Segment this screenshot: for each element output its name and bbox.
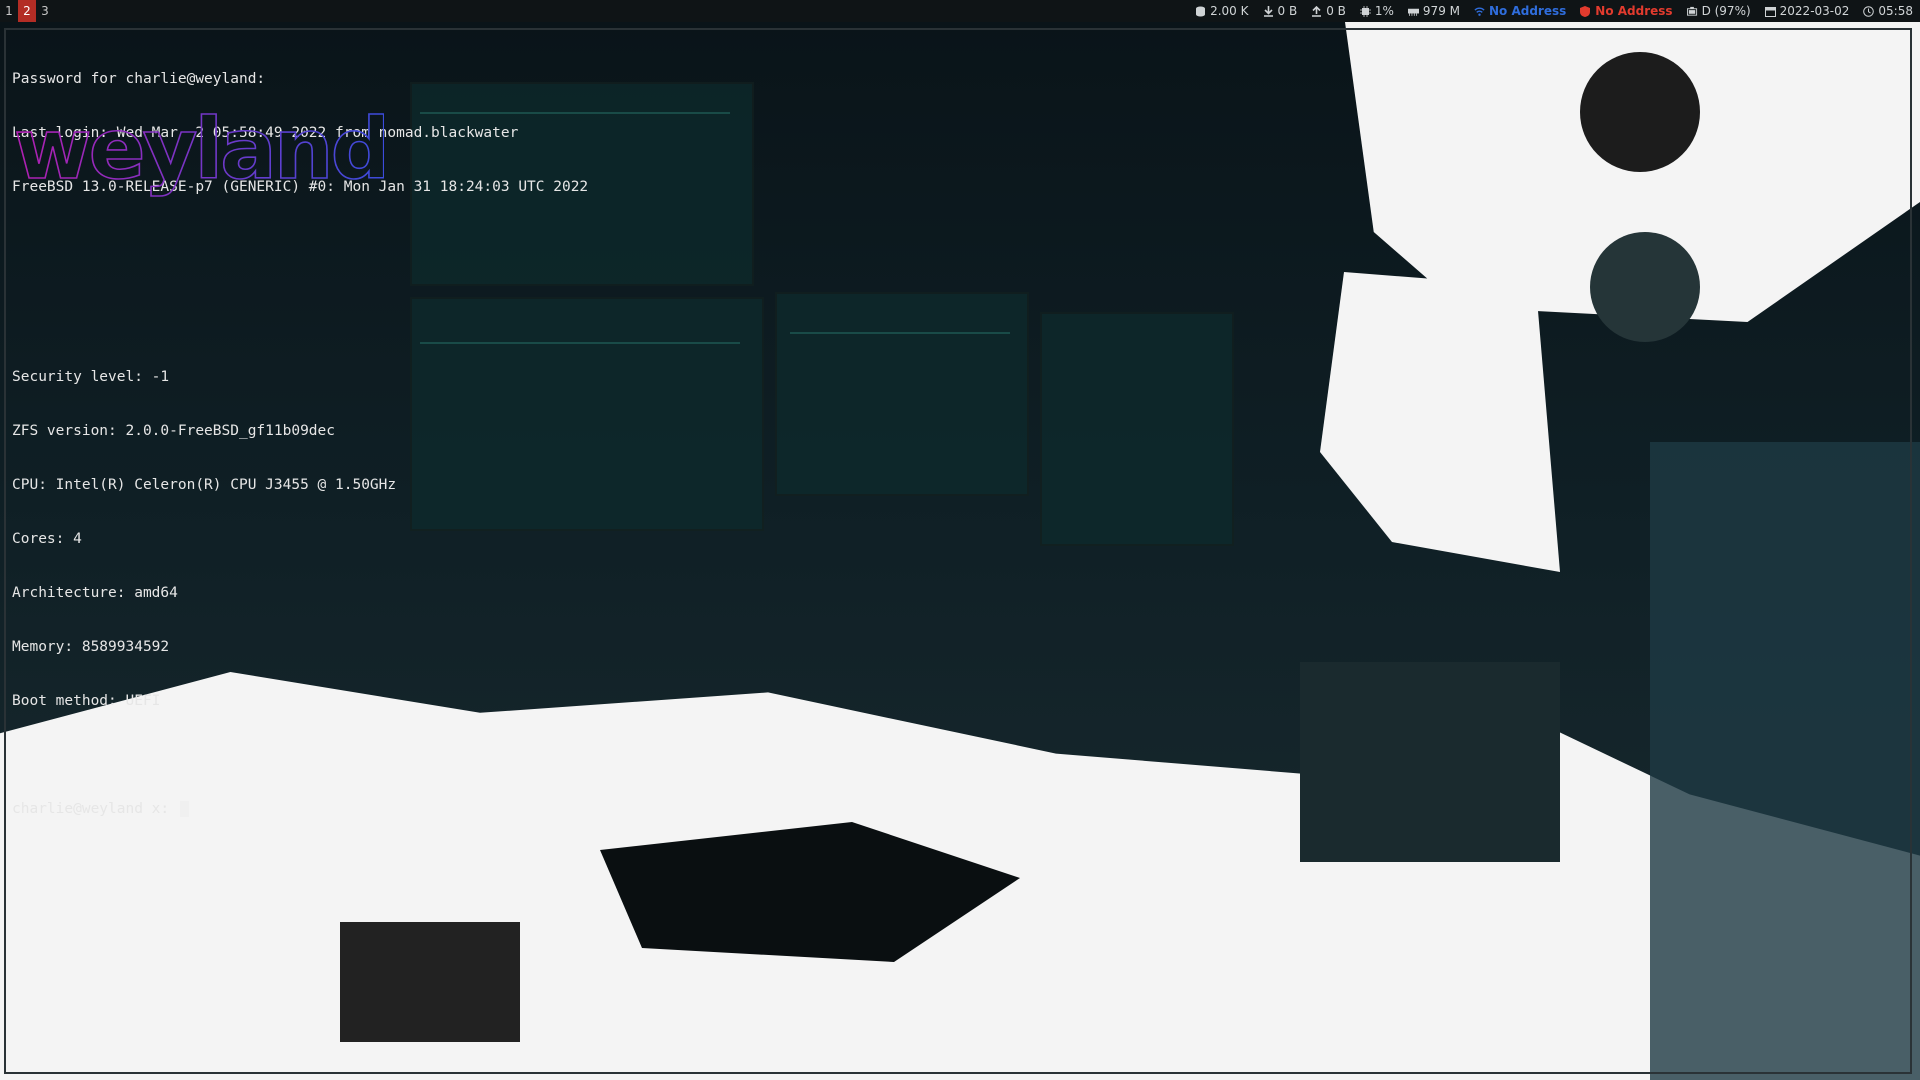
disk-value: 2.00 K bbox=[1210, 4, 1249, 18]
cpu-block: 1% bbox=[1353, 0, 1401, 22]
shield-icon bbox=[1580, 5, 1591, 17]
clock-icon bbox=[1863, 5, 1875, 17]
download-block: 0 B bbox=[1256, 0, 1305, 22]
logo-spacer bbox=[12, 232, 588, 332]
workspace-switcher: 1 2 3 bbox=[0, 0, 54, 22]
prompt-line[interactable]: charlie@weyland x: bbox=[12, 800, 588, 818]
clock-value: 05:58 bbox=[1878, 4, 1913, 18]
shell-prompt: charlie@weyland x: bbox=[12, 801, 178, 817]
status-blocks: 2.00 K 0 B 0 B 1% 979 M No Address No Ad… bbox=[1188, 0, 1920, 22]
network-block[interactable]: No Address bbox=[1467, 0, 1573, 22]
terminal-line: Security level: -1 bbox=[12, 369, 170, 385]
battery-value: D (97%) bbox=[1701, 4, 1751, 18]
terminal-line: Architecture: amd64 bbox=[12, 585, 178, 601]
vpn-value: No Address bbox=[1595, 4, 1673, 18]
workspace-3-button[interactable]: 3 bbox=[36, 0, 54, 22]
cpu-value: 1% bbox=[1374, 4, 1394, 18]
clock-block: 05:58 bbox=[1856, 0, 1920, 22]
terminal-line: Password for charlie@weyland: bbox=[12, 71, 266, 87]
weyland-ascii-logo: weyland bbox=[13, 106, 384, 199]
status-bar: 1 2 3 2.00 K 0 B 0 B 1% 979 M No Address… bbox=[0, 0, 1920, 22]
database-icon bbox=[1195, 6, 1206, 17]
upload-icon bbox=[1311, 5, 1322, 17]
memory-block: 979 M bbox=[1401, 0, 1467, 22]
terminal-window[interactable]: Password for charlie@weyland: Last login… bbox=[4, 28, 1912, 1074]
cpu-icon bbox=[1359, 5, 1371, 17]
workspace-1-button[interactable]: 1 bbox=[0, 0, 18, 22]
disk-block: 2.00 K bbox=[1188, 0, 1255, 22]
battery-icon bbox=[1686, 6, 1698, 17]
wifi-icon bbox=[1474, 6, 1485, 17]
logo-text: weyland bbox=[14, 106, 384, 198]
date-block: 2022-03-02 bbox=[1758, 0, 1857, 22]
network-value: No Address bbox=[1489, 4, 1567, 18]
memory-icon bbox=[1407, 6, 1419, 17]
terminal-line: Boot method: UEFI bbox=[12, 693, 161, 709]
workspace-2-button[interactable]: 2 bbox=[18, 0, 36, 22]
vpn-block[interactable]: No Address bbox=[1573, 0, 1679, 22]
calendar-icon bbox=[1764, 6, 1776, 17]
terminal-line: CPU: Intel(R) Celeron(R) CPU J3455 @ 1.5… bbox=[12, 477, 397, 493]
date-value: 2022-03-02 bbox=[1779, 4, 1850, 18]
upload-block: 0 B bbox=[1304, 0, 1353, 22]
memory-value: 979 M bbox=[1422, 4, 1460, 18]
upload-value: 0 B bbox=[1326, 4, 1346, 18]
terminal-line: Memory: 8589934592 bbox=[12, 639, 170, 655]
text-cursor bbox=[179, 801, 189, 817]
download-icon bbox=[1263, 5, 1274, 17]
download-value: 0 B bbox=[1277, 4, 1298, 18]
terminal-line: ZFS version: 2.0.0-FreeBSD_gf11b09dec bbox=[12, 423, 336, 439]
terminal-line: Cores: 4 bbox=[12, 531, 82, 547]
battery-block: D (97%) bbox=[1680, 0, 1758, 22]
